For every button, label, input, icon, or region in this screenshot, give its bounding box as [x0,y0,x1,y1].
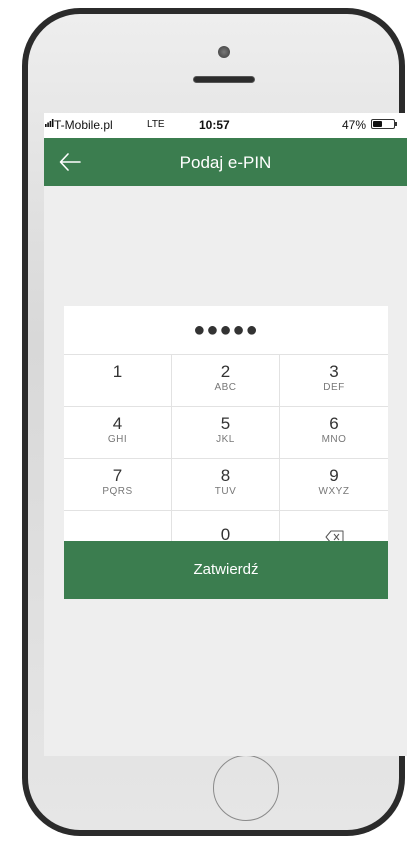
carrier-name: T-Mobile.pl [54,118,113,132]
key-7[interactable]: 7 PQRS [64,459,172,511]
battery-icon [371,119,395,129]
home-button[interactable] [213,755,279,821]
key-9[interactable]: 9 WXYZ [280,459,388,511]
key-2[interactable]: 2 ABC [172,355,280,407]
app-header: Podaj e-PIN [44,138,407,186]
phone-screen: T-Mobile.pl LTE 10:57 47% Podaj e-PIN ●●… [44,113,407,756]
speaker-grille [193,76,255,83]
camera-icon [218,46,230,58]
key-letters: JKL [216,434,235,445]
key-letters: DEF [323,382,345,393]
signal-icon [45,119,54,127]
status-time: 10:57 [199,118,230,132]
key-number: 9 [329,466,339,485]
key-number: 8 [220,466,231,485]
key-letters: WXYZ [318,486,350,497]
key-6[interactable]: 6 MNO [280,407,388,459]
key-letters: ABC [214,382,237,393]
battery-fill [373,121,382,127]
keypad-grid: 1 2 ABC 3 DEF 4 GHI 5 JKL 6 MNO 7 PQRS 8 TUV 9W… [64,355,388,563]
key-1[interactable]: 1 [64,355,172,407]
page-title: Podaj e-PIN [179,153,272,172]
key-8[interactable]: 8 TUV [172,459,280,511]
network-type: LTE [147,119,165,130]
pin-input[interactable]: ●●●●● [64,306,388,355]
key-letters: GHI [107,434,128,445]
key-number: 4 [112,414,123,433]
key-5[interactable]: 5 JKL [172,407,280,459]
key-4[interactable]: 4 GHI [64,407,172,459]
key-number: 2 [220,362,231,381]
pin-keypad: ●●●●● 1 2 ABC 3 DEF 4 GHI 5 JKL 6 MNO 7 PQRS 8… [64,306,388,563]
key-number: 7 [112,466,123,485]
battery-tip [395,122,397,126]
key-number: 1 [112,362,123,381]
key-number: 6 [329,414,339,433]
content-area: ●●●●● 1 2 ABC 3 DEF 4 GHI 5 JKL 6 MNO 7 PQRS 8… [44,186,407,756]
key-number: 0 [220,525,231,544]
key-letters: PQRS [102,486,133,497]
key-letters: TUV [214,486,237,497]
key-3[interactable]: 3 DEF [280,355,388,407]
key-number: 3 [329,362,339,381]
key-number: 5 [220,414,231,433]
submit-button[interactable]: Zatwierdź [64,541,388,599]
battery-percent: 47% [342,118,367,132]
key-letters: MNO [321,434,347,445]
status-bar: T-Mobile.pl LTE 10:57 47% [44,113,407,138]
